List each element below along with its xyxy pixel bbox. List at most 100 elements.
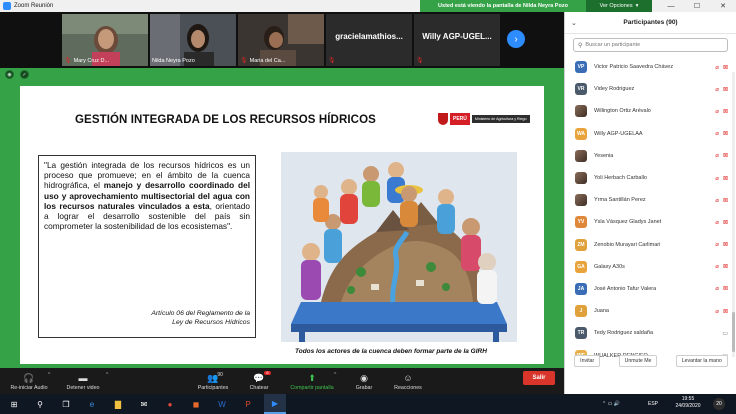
participant-row[interactable]: Yrma Santillán Perez ⌀ ⊠ — [565, 189, 731, 211]
video-tile[interactable]: gracielamathios... 🎙 — [326, 14, 412, 66]
participant-row[interactable]: ZM Zenobio Murayari Carlimari ⌀ ⊠ — [565, 234, 731, 256]
participant-row[interactable]: VP Victor Patricio Saavedra Chávez ⌀ ⊠ — [565, 56, 731, 78]
office-icon[interactable]: ◼ — [186, 394, 206, 414]
mail-icon[interactable]: ✉ — [134, 394, 154, 414]
search-icon[interactable]: ⚲ — [30, 394, 50, 414]
mic-muted-icon: ⌀ — [715, 86, 719, 93]
task-view-icon[interactable]: ❐ — [56, 394, 76, 414]
mic-muted-icon: 🎙 — [240, 58, 248, 64]
avatar: YV — [575, 216, 587, 229]
video-tile[interactable]: 🎙 Maria del Ca... — [238, 14, 324, 66]
zoom-taskbar-icon[interactable]: ▶ — [264, 394, 286, 414]
participant-search[interactable]: ⚲ — [573, 38, 728, 52]
participant-name: Zenobio Murayari Carlimari — [594, 241, 661, 248]
video-tile[interactable]: 🎙 Mary Cruz D... — [62, 14, 148, 66]
presentation-slide: GESTIÓN INTEGRADA DE LOS RECURSOS HÍDRIC… — [20, 86, 544, 364]
participant-name: Willington Ortiz Arévalo — [594, 108, 651, 115]
leave-button[interactable]: Salir — [523, 371, 555, 385]
clock[interactable]: 19:55 24/09/2020 — [668, 396, 708, 410]
share-screen-button[interactable]: ⬆ Compartir pantalla — [282, 368, 342, 394]
video-camera-icon: ▭ — [722, 330, 728, 337]
participant-row[interactable]: Yoli Herbach Carballo ⌀ ⊠ — [565, 167, 731, 189]
tray-icons[interactable]: ⌃ ▭ 🔊 — [602, 394, 620, 414]
slide-title: GESTIÓN INTEGRADA DE LOS RECURSOS HÍDRIC… — [75, 114, 376, 126]
mic-muted-icon: ⌀ — [715, 108, 719, 115]
participant-row[interactable]: J Juana ⌀ ⊠ — [565, 300, 731, 322]
participants-button[interactable]: 👥 90 Participantes — [190, 368, 236, 394]
close-button[interactable]: ✕ — [710, 0, 736, 12]
invite-button[interactable]: Invitar — [574, 355, 601, 367]
video-tile[interactable]: Nilda Neyra Pozo — [150, 14, 236, 66]
panel-title: Participantes (90) — [623, 19, 678, 26]
audio-button[interactable]: 🎧 Re-iniciar Audio — [4, 368, 54, 394]
participant-row[interactable]: WA Willy AGP-UGELAA ⌀ ⊠ — [565, 123, 731, 145]
security-icon[interactable]: ✓ — [20, 70, 29, 79]
minimize-button[interactable]: — — [658, 0, 684, 12]
logo-ministry: Ministerio de Agricultura y Riego — [471, 114, 530, 124]
shield-icon[interactable]: ◉ — [5, 70, 14, 79]
record-button[interactable]: ◉ Grabar — [350, 368, 378, 394]
participant-name: Galaxy A30s — [594, 263, 625, 270]
shared-screen: ◉ ✓ GESTIÓN INTEGRADA DE LOS RECURSOS HÍ… — [0, 68, 564, 368]
scrollbar-thumb[interactable] — [732, 312, 735, 352]
participant-row[interactable]: Willington Ortiz Arévalo ⌀ ⊠ — [565, 100, 731, 122]
quote-citation: Artículo 06 del Reglamento de la Ley de … — [151, 309, 250, 326]
participant-row[interactable]: JA José Antonio Tafur Valera ⌀ ⊠ — [565, 278, 731, 300]
avatar: VR — [575, 83, 587, 96]
avatar: TR — [575, 327, 587, 340]
scrollbar[interactable] — [732, 72, 735, 357]
mic-muted-icon: ⌀ — [715, 264, 719, 271]
maximize-button[interactable]: ☐ — [684, 0, 710, 12]
meeting-toolbar: 🎧 Re-iniciar Audio ^ ▬ Detener video ^ 👥… — [0, 368, 564, 394]
video-off-icon: ⊠ — [722, 219, 728, 226]
folder-icon[interactable]: ▇ — [108, 394, 128, 414]
participant-row[interactable]: VR Videy Rodriguez ⌀ ⊠ — [565, 78, 731, 100]
unmute-me-button[interactable]: Unmute Me — [618, 355, 658, 367]
participant-name: Yrma Santillán Perez — [594, 197, 646, 204]
zoom-screen: Zoom Reunión Usted está viendo la pantal… — [0, 0, 736, 414]
window-title: Zoom Reunión — [14, 3, 54, 9]
language-indicator[interactable]: ESP — [648, 394, 658, 414]
edge-icon[interactable]: e — [82, 394, 102, 414]
notification-center-icon[interactable]: 20 — [713, 398, 725, 410]
participant-status: ⌀ ⊠ — [715, 86, 728, 93]
participant-name: Yesenia — [594, 152, 614, 159]
participant-row[interactable]: YV Ysla Vásquez Gladys Janet ⌀ ⊠ — [565, 211, 731, 233]
view-options-label: Ver Opciones — [599, 3, 633, 9]
search-input[interactable] — [585, 42, 716, 48]
quote-text: "La gestión integrada de los recursos hí… — [44, 160, 250, 232]
window-controls: — ☐ ✕ — [658, 0, 736, 12]
chevron-down-icon[interactable]: ⌄ — [571, 19, 577, 27]
avatar — [575, 149, 587, 162]
reactions-button[interactable]: ☺ Reacciones — [388, 368, 428, 394]
view-options-button[interactable]: Ver Opciones ▾ — [586, 0, 652, 12]
participant-row[interactable]: GA Galaxy A30s ⌀ ⊠ — [565, 256, 731, 278]
chevron-up-icon[interactable]: ^ — [48, 372, 50, 378]
windows-start-icon[interactable]: ⊞ — [4, 394, 24, 414]
participant-status: ⌀ ⊠ — [715, 175, 728, 182]
raise-hand-button[interactable]: Levantar la mano — [675, 355, 728, 367]
word-icon[interactable]: W — [212, 394, 232, 414]
mic-muted-icon: ⌀ — [715, 64, 719, 71]
chevron-right-icon[interactable]: › — [507, 30, 525, 48]
mic-muted-icon: ⌀ — [715, 286, 719, 293]
chat-button[interactable]: 💬 6 Chatear — [242, 368, 276, 394]
powerpoint-icon[interactable]: P — [238, 394, 258, 414]
participant-row[interactable]: Yesenia ⌀ ⊠ — [565, 145, 731, 167]
panel-header: ⌄ Participantes (90) — [565, 12, 736, 34]
chevron-up-icon[interactable]: ^ — [106, 372, 108, 378]
tile-name-large: Willy AGP-UGEL... — [422, 32, 492, 41]
participant-name: José Antonio Tafur Valera — [594, 285, 657, 292]
chrome-icon[interactable]: ● — [160, 394, 180, 414]
tile-name: Nilda Neyra Pozo — [152, 58, 195, 64]
video-off-icon: ⊠ — [722, 264, 728, 271]
participant-status: ⌀ ⊠ — [715, 152, 728, 159]
participant-status: ⌀ ⊠ — [715, 285, 728, 292]
participant-status: ⌀ ⊠ — [715, 197, 728, 204]
tile-name: 🎙 Mary Cruz D... — [64, 57, 110, 65]
chevron-up-icon[interactable]: ^ — [334, 372, 336, 378]
participant-row[interactable]: TR Tedy Rodriguez saldaña ▭ — [565, 322, 731, 344]
video-tile[interactable]: Willy AGP-UGEL... 🎙 — [414, 14, 500, 66]
video-button[interactable]: ▬ Detener video — [60, 368, 106, 394]
record-icon: ◉ — [360, 373, 368, 383]
